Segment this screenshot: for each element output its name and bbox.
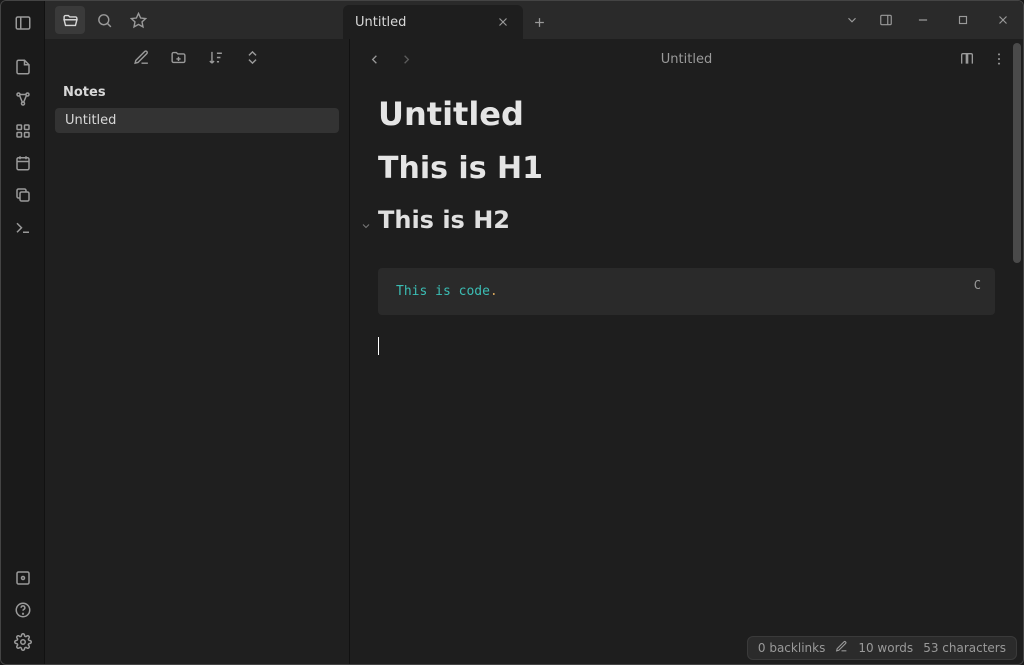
file-item-untitled[interactable]: Untitled — [55, 108, 339, 133]
reading-view-icon[interactable] — [955, 47, 979, 71]
terminal-icon[interactable] — [7, 211, 39, 243]
more-options-icon[interactable] — [987, 47, 1011, 71]
chevron-down-icon[interactable] — [835, 1, 869, 39]
fold-caret-icon[interactable] — [358, 220, 374, 232]
sidebar: Notes Untitled — [45, 1, 350, 664]
editor-content[interactable]: Untitled This is H1 This is H2 C This is… — [350, 79, 1023, 664]
file-item-label: Untitled — [65, 113, 116, 128]
code-language-label: C — [974, 278, 981, 292]
scrollbar-track[interactable] — [1013, 39, 1021, 634]
tab-close-icon[interactable] — [495, 14, 511, 30]
status-backlinks[interactable]: 0 backlinks — [758, 641, 825, 655]
edit-mode-icon[interactable] — [835, 640, 848, 656]
tab-untitled[interactable]: Untitled — [343, 5, 523, 39]
code-punct: . — [490, 284, 498, 299]
sort-icon[interactable] — [207, 49, 224, 70]
folder-open-icon[interactable] — [55, 6, 85, 34]
status-words[interactable]: 10 words — [858, 641, 913, 655]
nav-forward-icon[interactable] — [394, 47, 418, 71]
collapse-icon[interactable] — [244, 49, 261, 70]
activity-bar — [1, 1, 45, 664]
panel-left-icon[interactable] — [7, 7, 39, 39]
search-icon[interactable] — [89, 6, 119, 34]
star-icon[interactable] — [123, 6, 153, 34]
grid-icon[interactable] — [7, 115, 39, 147]
empty-paragraph[interactable] — [378, 337, 995, 357]
status-chars[interactable]: 53 characters — [923, 641, 1006, 655]
code-block[interactable]: C This is code. — [378, 268, 995, 315]
text-cursor — [378, 337, 379, 355]
document-title[interactable]: Untitled — [378, 95, 995, 133]
file-icon[interactable] — [7, 51, 39, 83]
window-maximize-icon[interactable] — [943, 1, 983, 39]
graph-icon[interactable] — [7, 83, 39, 115]
settings-icon[interactable] — [7, 626, 39, 658]
new-note-icon[interactable] — [133, 49, 150, 70]
window-minimize-icon[interactable] — [903, 1, 943, 39]
copy-icon[interactable] — [7, 179, 39, 211]
calendar-icon[interactable] — [7, 147, 39, 179]
sidebar-toolbar — [45, 39, 349, 79]
status-bar: 0 backlinks 10 words 53 characters — [747, 636, 1017, 660]
titlebar: Untitled — [45, 1, 1023, 39]
code-text: This is code — [396, 284, 490, 299]
vault-icon[interactable] — [7, 562, 39, 594]
new-tab-button[interactable] — [523, 5, 555, 39]
scrollbar-thumb[interactable] — [1013, 43, 1021, 263]
nav-back-icon[interactable] — [362, 47, 386, 71]
heading-1[interactable]: This is H1 — [378, 151, 995, 186]
window-close-icon[interactable] — [983, 1, 1023, 39]
help-icon[interactable] — [7, 594, 39, 626]
editor-breadcrumb-title[interactable]: Untitled — [426, 52, 947, 67]
panel-right-icon[interactable] — [869, 1, 903, 39]
editor-area: Untitled Untitled This is H1 This is H2 — [350, 1, 1023, 664]
sidebar-section-title: Notes — [45, 79, 349, 106]
tab-title: Untitled — [355, 15, 406, 30]
heading-2[interactable]: This is H2 — [378, 206, 510, 234]
new-folder-icon[interactable] — [170, 49, 187, 70]
editor-header: Untitled — [350, 39, 1023, 79]
